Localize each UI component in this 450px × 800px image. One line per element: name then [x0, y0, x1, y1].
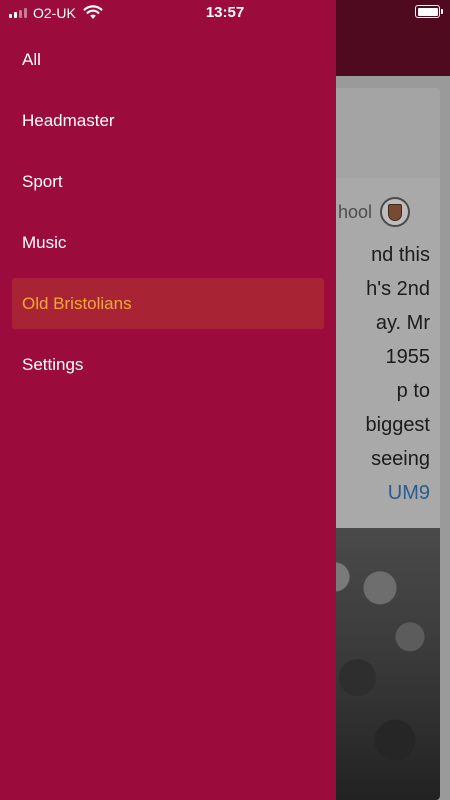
drawer-item-label: Old Bristolians	[22, 293, 132, 313]
battery-icon	[415, 5, 440, 18]
drawer-item-label: Sport	[22, 171, 63, 191]
drawer-item-all[interactable]: All	[12, 34, 324, 85]
drawer-item-settings[interactable]: Settings	[12, 339, 324, 390]
drawer-item-label: Headmaster	[22, 110, 115, 130]
drawer-item-label: Music	[22, 232, 67, 252]
drawer-item-old-bristolians[interactable]: Old Bristolians	[12, 278, 324, 329]
battery-fill	[417, 7, 438, 16]
drawer-item-label: Settings	[22, 354, 84, 374]
feed-author-name: hool	[337, 201, 372, 222]
drawer-item-headmaster[interactable]: Headmaster	[12, 95, 324, 146]
drawer-item-label: All	[22, 49, 41, 69]
school-crest-icon	[380, 197, 410, 227]
navigation-drawer: All Headmaster Sport Music Old Bristolia…	[0, 0, 336, 800]
status-bar: O2-UK 13:57	[0, 0, 450, 26]
clock: 13:57	[205, 4, 245, 21]
drawer-item-sport[interactable]: Sport	[12, 156, 324, 207]
battery-tip	[441, 9, 443, 14]
drawer-item-music[interactable]: Music	[12, 217, 324, 268]
